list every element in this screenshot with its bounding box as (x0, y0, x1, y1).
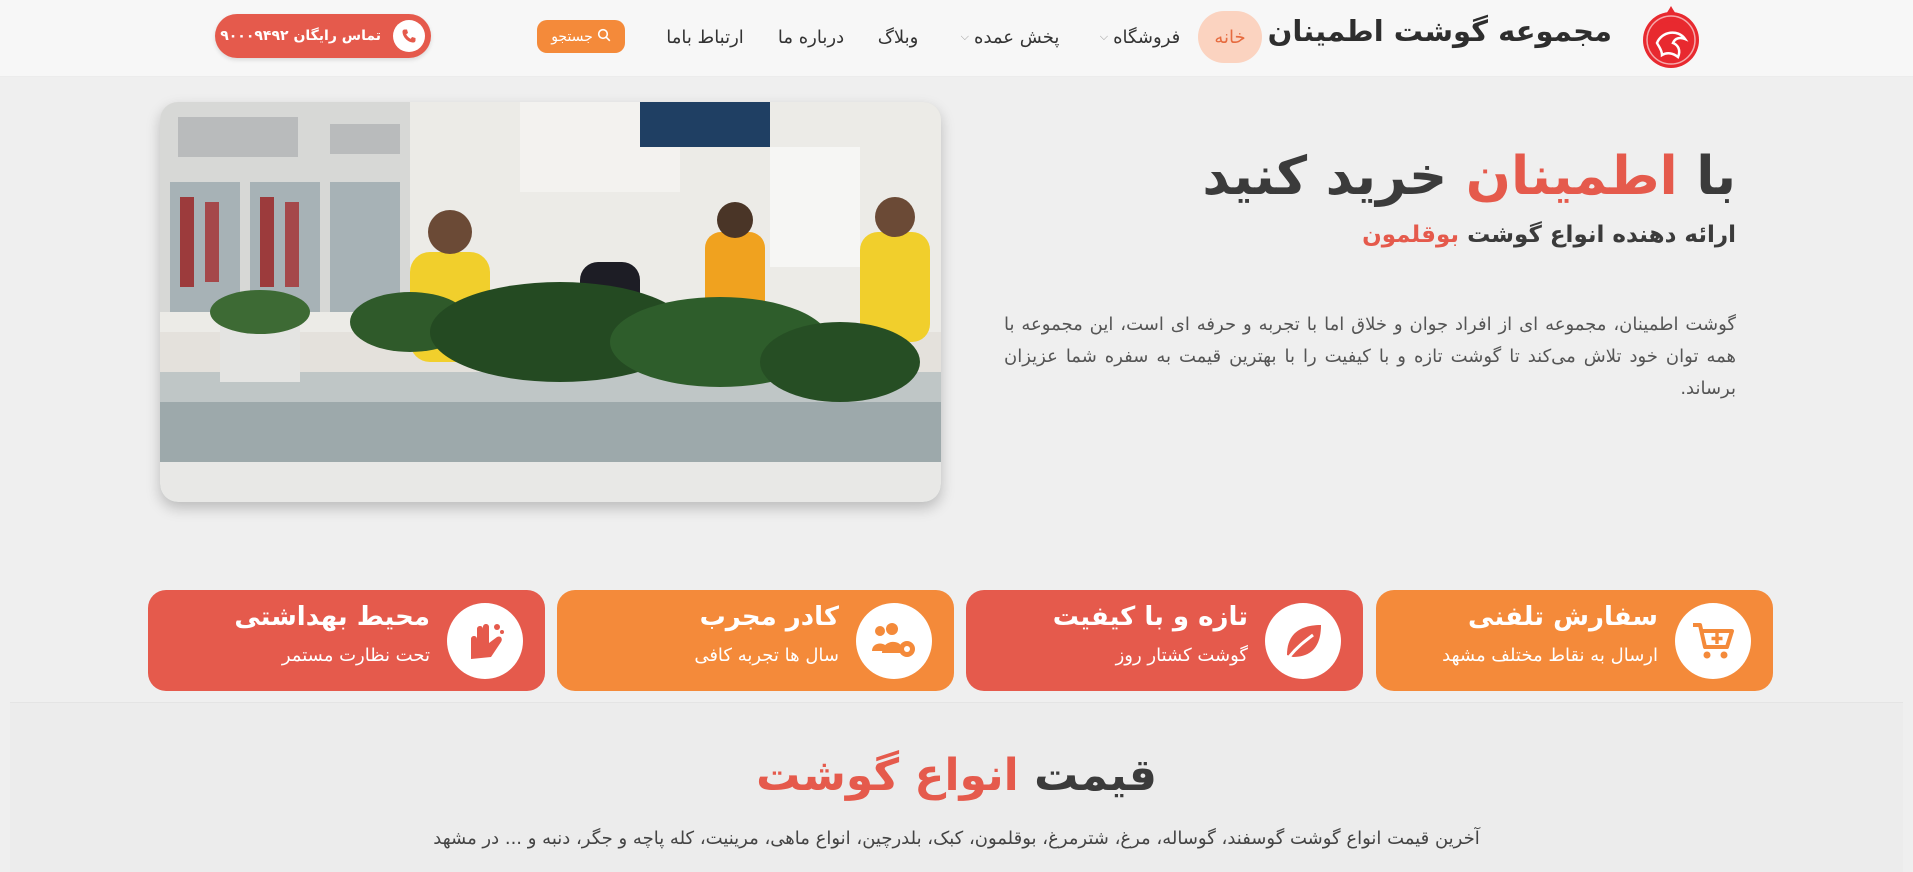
feature-title: کادر مجرب (699, 602, 839, 632)
cart-plus-icon (1675, 603, 1751, 679)
nav-wholesale-label: پخش عمده (974, 26, 1060, 48)
feature-card-hygienic[interactable]: محیط بهداشتی تحت نظارت مستمر (148, 590, 545, 691)
nav-home-label: خانه (1214, 26, 1246, 48)
feature-card-experienced-staff[interactable]: کادر مجرب سال ها تجربه کافی (557, 590, 954, 691)
hero-title-pre: با (1696, 146, 1736, 207)
price-section-title: قیمت انواع گوشت (0, 750, 1913, 801)
hero-subtitle: ارائه دهنده انواع گوشت بوقلمون (1240, 222, 1736, 248)
feature-subtitle: ارسال به نقاط مختلف مشهد (1442, 645, 1658, 666)
nav-home[interactable]: خانه (1198, 11, 1262, 63)
search-icon (597, 28, 611, 46)
feature-subtitle: تحت نظارت مستمر (281, 645, 430, 666)
price-section-subtitle: آخرین قیمت انواع گوشت گوسفند، گوساله، مر… (433, 828, 1480, 849)
hero-shop-photo (160, 102, 941, 502)
search-button[interactable]: جستجو (537, 20, 625, 53)
price-title-pre: قیمت (1034, 750, 1157, 801)
price-title-accent: انواع گوشت (756, 750, 1019, 801)
feature-subtitle: گوشت کشتار روز (1115, 645, 1248, 666)
call-label: ۹۰۰۰۹۴۹۲ تماس رایگان (220, 28, 381, 44)
hands-wash-icon (447, 603, 523, 679)
leaf-icon (1265, 603, 1341, 679)
nav-shop-label: فروشگاه (1113, 26, 1181, 48)
feature-card-phone-order[interactable]: سفارش تلفنی ارسال به نقاط مختلف مشهد (1376, 590, 1773, 691)
hero-title-accent: اطمینان (1465, 146, 1678, 207)
nav-contact[interactable]: ارتباط باما (662, 11, 748, 63)
feature-subtitle: سال ها تجربه کافی (694, 645, 839, 666)
call-button[interactable]: ۹۰۰۰۹۴۹۲ تماس رایگان (215, 14, 431, 58)
hero-title: با اطمینان خرید کنید (1200, 146, 1736, 207)
hero-title-post: خرید کنید (1202, 146, 1448, 207)
nav-contact-label: ارتباط باما (666, 26, 744, 48)
hero-description: گوشت اطمینان، مجموعه ای از افراد جوان و … (1004, 314, 1736, 399)
users-gear-icon (856, 603, 932, 679)
feature-card-fresh-quality[interactable]: تازه و با کیفیت گوشت کشتار روز (966, 590, 1363, 691)
chevron-down-icon: ⌵ (960, 30, 970, 43)
nav-about-label: درباره ما (777, 26, 845, 48)
hero-subtitle-pre: ارائه دهنده انواع گوشت (1467, 222, 1736, 248)
search-label: جستجو (551, 28, 593, 45)
feature-title: سفارش تلفنی (1468, 602, 1658, 632)
phone-icon (393, 20, 425, 52)
nav-blog[interactable]: وبلاگ (872, 11, 924, 63)
nav-wholesale[interactable]: پخش عمده ⌵ (955, 11, 1065, 63)
site-header: مجموعه گوشت اطمینان خانه فروشگاه ⌵ پخش عم… (0, 0, 1913, 77)
nav-shop[interactable]: فروشگاه ⌵ (1099, 11, 1181, 63)
chevron-down-icon: ⌵ (1099, 30, 1109, 43)
brand-logo-icon[interactable] (1640, 3, 1702, 69)
hero-subtitle-accent: بوقلمون (1362, 222, 1460, 248)
feature-title: محیط بهداشتی (234, 602, 430, 632)
nav-about[interactable]: درباره ما (776, 11, 846, 63)
brand-name[interactable]: مجموعه گوشت اطمینان (1268, 14, 1612, 48)
feature-title: تازه و با کیفیت (1052, 602, 1248, 632)
nav-blog-label: وبلاگ (877, 26, 919, 48)
